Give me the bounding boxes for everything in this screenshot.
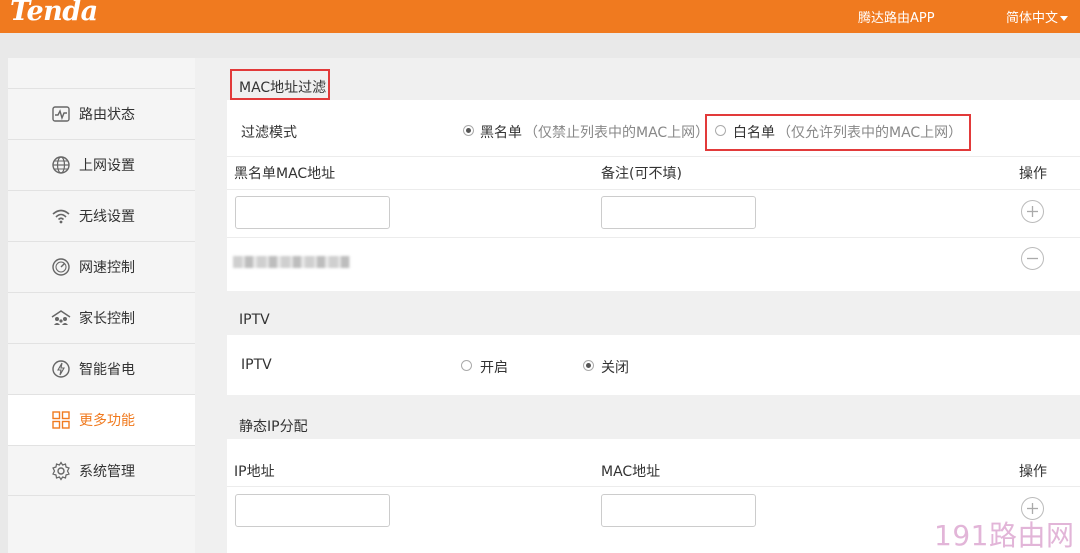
divider [227, 237, 1080, 238]
title-highlight-box [230, 69, 330, 100]
column-header-ip: IP地址 [234, 464, 275, 480]
add-entry-button[interactable] [1021, 200, 1044, 223]
iptv-off-label[interactable]: 关闭 [601, 357, 629, 377]
iptv-label: IPTV [241, 357, 272, 373]
sidebar-item-label: 无线设置 [79, 209, 135, 225]
sidebar-item-label: 家长控制 [79, 311, 135, 327]
sidebar-item-label: 网速控制 [79, 260, 135, 276]
column-header-action: 操作 [1019, 166, 1047, 182]
column-header-mac: 黑名单MAC地址 [234, 166, 336, 182]
sidebar-item-system-management[interactable]: 系统管理 [8, 445, 195, 496]
pulse-icon [51, 104, 71, 124]
main-content: MAC地址过滤 过滤模式 黑名单 （仅禁止列表中的MAC上网） 白名单 （仅允许… [195, 58, 1080, 553]
ip-address-input[interactable] [235, 494, 390, 527]
blacklist-radio[interactable] [463, 125, 474, 136]
blacklist-label[interactable]: 黑名单 [480, 122, 522, 142]
globe-icon [51, 155, 71, 175]
remark-input[interactable] [601, 196, 756, 229]
grid-icon [51, 410, 71, 430]
sidebar-item-more-features[interactable]: 更多功能 [8, 394, 195, 445]
sidebar-item-speed-control[interactable]: 网速控制 [8, 241, 195, 292]
mac-address-input[interactable] [235, 196, 390, 229]
speedometer-icon [51, 257, 71, 277]
divider [227, 189, 1080, 190]
family-icon [51, 308, 71, 328]
gear-icon [51, 460, 71, 481]
sidebar: 路由状态 上网设置 无线设置 网速控制 家长控制 智能省电 更多功能 系统管理 [8, 58, 195, 553]
sidebar-item-internet-settings[interactable]: 上网设置 [8, 139, 195, 190]
static-ip-title: 静态IP分配 [239, 419, 308, 435]
sidebar-item-router-status[interactable]: 路由状态 [8, 88, 195, 139]
divider [227, 486, 1080, 487]
language-label: 简体中文 [1006, 11, 1059, 26]
column-header-static-mac: MAC地址 [601, 464, 661, 480]
watermark-text: 191路由网 [934, 519, 1075, 552]
divider [227, 156, 1080, 157]
sidebar-item-label: 更多功能 [79, 413, 135, 429]
sidebar-item-label: 系统管理 [79, 463, 135, 480]
power-saving-icon [51, 359, 71, 379]
column-header-static-action: 操作 [1019, 464, 1047, 480]
sidebar-item-smart-power-saving[interactable]: 智能省电 [8, 343, 195, 394]
app-download-link[interactable]: 腾达路由APP [858, 7, 935, 26]
sidebar-item-parental-control[interactable]: 家长控制 [8, 292, 195, 343]
blurred-mac-entry [233, 256, 350, 268]
iptv-on-radio[interactable] [461, 360, 472, 371]
plus-icon [1027, 206, 1038, 217]
remove-entry-button[interactable] [1021, 247, 1044, 270]
iptv-panel: IPTV 开启 关闭 [227, 335, 1080, 395]
top-bar: Tenda 腾达路由APP 简体中文 [0, 0, 1080, 33]
chevron-down-icon [1060, 16, 1069, 21]
static-mac-input[interactable] [601, 494, 756, 527]
tenda-logo[interactable]: Tenda [10, 0, 98, 27]
iptv-off-radio[interactable] [583, 360, 594, 371]
sidebar-item-label: 上网设置 [79, 158, 135, 174]
wifi-icon [51, 206, 71, 226]
sidebar-item-label: 路由状态 [79, 107, 135, 123]
sidebar-item-wireless-settings[interactable]: 无线设置 [8, 190, 195, 241]
minus-icon [1027, 257, 1038, 260]
language-selector[interactable]: 简体中文 [1006, 7, 1069, 26]
column-header-remark: 备注(可不填) [601, 166, 682, 182]
iptv-title: IPTV [239, 312, 270, 328]
sidebar-item-label: 智能省电 [79, 362, 135, 378]
filter-mode-label: 过滤模式 [241, 125, 297, 141]
blacklist-hint: （仅禁止列表中的MAC上网） [524, 125, 710, 141]
whitelist-highlight-box [705, 114, 971, 151]
iptv-on-label[interactable]: 开启 [480, 357, 508, 377]
